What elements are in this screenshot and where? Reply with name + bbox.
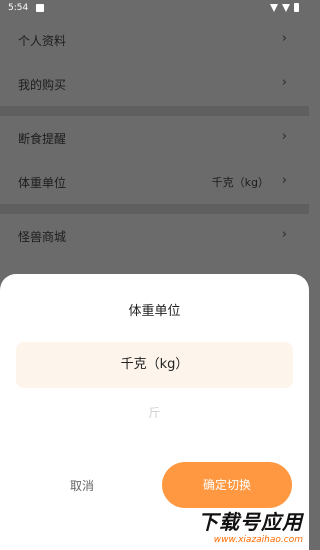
- unit-option-jin[interactable]: 斤: [0, 404, 309, 421]
- settings-item-fasting-reminder[interactable]: 断食提醒 ›: [0, 116, 309, 160]
- signal-icon: [282, 3, 290, 12]
- chevron-right-icon: ›: [281, 129, 287, 144]
- settings-item-profile[interactable]: 个人资料 ›: [0, 18, 309, 62]
- watermark-url: www.xiazaihao.com: [213, 535, 303, 545]
- settings-item-purchases[interactable]: 我的购买 ›: [0, 62, 309, 106]
- settings-item-weight-unit[interactable]: 体重单位 千克（kg） ›: [0, 160, 309, 204]
- section-divider: [0, 204, 309, 214]
- settings-item-label: 断食提醒: [18, 132, 67, 146]
- chevron-right-icon: ›: [281, 75, 287, 90]
- confirm-switch-button[interactable]: 确定切换: [162, 462, 292, 508]
- battery-icon: [294, 3, 299, 12]
- settings-item-label: 怪兽商城: [18, 230, 67, 244]
- notification-icon: [36, 4, 44, 12]
- chevron-right-icon: ›: [281, 173, 287, 188]
- settings-item-label: 我的购买: [18, 78, 67, 92]
- watermark-logo: 下载号应用 www.xiazaihao.com: [175, 506, 303, 546]
- chevron-right-icon: ›: [281, 31, 287, 46]
- status-bar: 5:54: [0, 0, 309, 18]
- settings-item-label: 个人资料: [18, 34, 67, 48]
- settings-item-monster-shop[interactable]: 怪兽商城 ›: [0, 214, 309, 258]
- settings-item-label: 体重单位: [18, 176, 67, 190]
- settings-item-value: 千克（kg）: [211, 176, 269, 189]
- watermark-title: 下载号应用: [198, 510, 303, 534]
- chevron-right-icon: ›: [281, 227, 287, 242]
- section-divider: [0, 106, 309, 116]
- status-time: 5:54: [8, 3, 29, 13]
- cancel-button[interactable]: 取消: [50, 464, 114, 508]
- wifi-icon: [270, 3, 278, 12]
- unit-option-kg[interactable]: 千克（kg）: [16, 342, 293, 388]
- sheet-title: 体重单位: [128, 304, 181, 319]
- status-icons: [270, 3, 299, 12]
